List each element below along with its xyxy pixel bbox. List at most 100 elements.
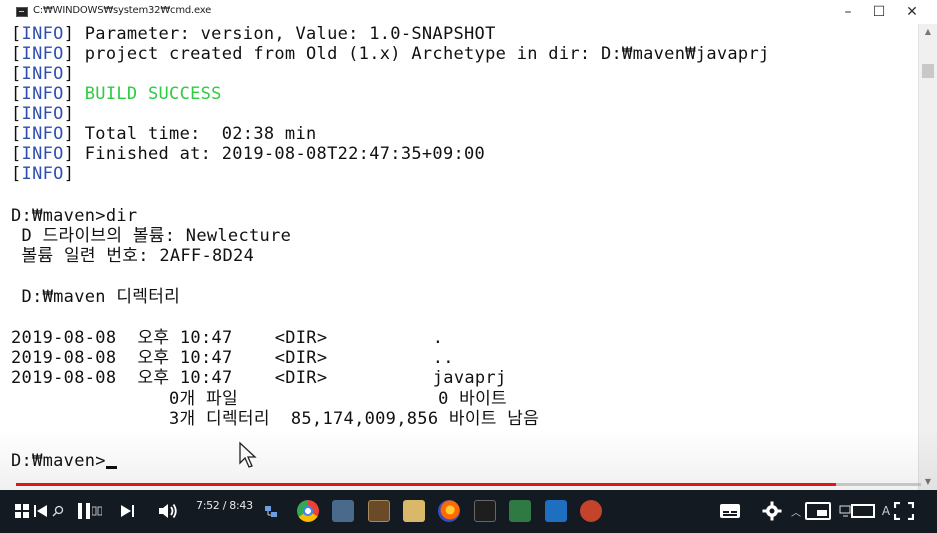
video-progress-fill xyxy=(16,483,836,486)
entry-ampm: 오후 xyxy=(137,348,170,368)
vscode-icon[interactable] xyxy=(545,500,567,522)
info-tag: INFO xyxy=(21,24,64,44)
remote-desktop-icon[interactable] xyxy=(332,500,354,522)
skip-previous-icon[interactable] xyxy=(31,498,51,524)
settings-app-icon[interactable] xyxy=(368,500,390,522)
bracket-close: ] xyxy=(63,84,75,104)
scroll-down-arrow-icon[interactable]: ▼ xyxy=(919,474,937,490)
info-tag: INFO xyxy=(21,124,64,144)
bracket-open: [ xyxy=(11,164,22,184)
bracket-open: [ xyxy=(11,144,22,164)
build-success-text: BUILD SUCCESS xyxy=(74,84,222,104)
bracket-open: [ xyxy=(11,84,22,104)
miniplayer-icon[interactable] xyxy=(803,498,833,524)
title-bar[interactable]: C:₩WINDOWS₩system32₩cmd.exe – ☐ ✕ xyxy=(0,0,937,25)
search-icon[interactable] xyxy=(51,498,65,524)
entry-name: javaprj xyxy=(432,368,507,388)
dir-entry-row: 2019-08-08 오후 10:47 <DIR> javaprj xyxy=(11,368,507,388)
cmd-app-icon xyxy=(16,7,28,17)
bracket-open: [ xyxy=(11,44,22,64)
entry-time: 10:47 xyxy=(179,368,233,388)
entry-ampm: 오후 xyxy=(137,368,170,388)
bracket-close: ] xyxy=(63,64,75,84)
console-line: [INFO] BUILD SUCCESS xyxy=(11,84,222,104)
line-text: project created from Old (1.x) Archetype… xyxy=(74,44,770,64)
console-line: [INFO] Finished at: 2019-08-08T22:47:35+… xyxy=(11,144,485,164)
mouse-pointer-icon xyxy=(239,441,257,468)
text-cursor xyxy=(105,466,117,469)
serial-line: 볼륨 일련 번호: 2AFF-8D24 xyxy=(11,246,255,266)
console-line: [INFO] project created from Old (1.x) Ar… xyxy=(11,44,770,64)
entry-ampm: 오후 xyxy=(137,328,170,348)
windows-start-icon[interactable] xyxy=(14,498,30,524)
skip-next-icon[interactable] xyxy=(116,498,138,524)
bracket-close: ] xyxy=(63,24,75,44)
minimize-button[interactable]: – xyxy=(831,0,865,24)
entry-type: <DIR> xyxy=(274,348,328,368)
video-progress-bar[interactable] xyxy=(16,483,921,486)
scroll-thumb[interactable] xyxy=(922,64,934,78)
cmd-taskbar-icon[interactable] xyxy=(474,500,496,522)
line-text: Total time: 02:38 min xyxy=(74,124,317,144)
directory-line: D:₩maven 디렉터리 xyxy=(11,287,181,307)
cmd-window: C:₩WINDOWS₩system32₩cmd.exe – ☐ ✕ [INFO]… xyxy=(0,0,937,490)
bracket-close: ] xyxy=(63,44,75,64)
bracket-open: [ xyxy=(11,64,22,84)
files-summary: 0개 파일 0 바이트 xyxy=(11,389,507,409)
pause-icon[interactable] xyxy=(74,498,94,524)
network-share-icon[interactable] xyxy=(262,498,280,524)
info-tag: INFO xyxy=(21,84,64,104)
video-time-display: 7:52 / 8:43 xyxy=(196,499,253,512)
dirs-summary: 3개 디렉터리 85,174,009,856 바이트 남음 xyxy=(11,409,540,429)
volume-icon[interactable] xyxy=(155,498,181,524)
console-line: [INFO] xyxy=(11,164,74,184)
presentation-app-icon[interactable] xyxy=(580,500,602,522)
entry-time: 10:47 xyxy=(179,328,233,348)
entry-type: <DIR> xyxy=(274,368,328,388)
fullscreen-icon[interactable] xyxy=(893,498,915,524)
firefox-icon[interactable] xyxy=(438,500,460,522)
scroll-up-arrow-icon[interactable]: ▲ xyxy=(919,24,937,40)
dir-command-line: D:₩maven>dir xyxy=(11,206,138,226)
sheets-icon[interactable] xyxy=(509,500,531,522)
line-text: Finished at: 2019-08-08T22:47:35+09:00 xyxy=(74,144,486,164)
bracket-close: ] xyxy=(63,104,75,124)
entry-date: 2019-08-08 xyxy=(11,348,117,368)
bracket-open: [ xyxy=(11,24,22,44)
console-line: [INFO] xyxy=(11,64,74,84)
task-view-icon[interactable] xyxy=(92,498,102,524)
entry-time: 10:47 xyxy=(179,348,233,368)
prompt-line[interactable]: D:₩maven> xyxy=(11,451,117,471)
bracket-open: [ xyxy=(11,124,22,144)
dir-entry-row: 2019-08-08 오후 10:47 <DIR> . xyxy=(11,328,443,348)
info-tag: INFO xyxy=(21,104,64,124)
info-tag: INFO xyxy=(21,64,64,84)
window-title: C:₩WINDOWS₩system32₩cmd.exe xyxy=(33,5,212,16)
bracket-close: ] xyxy=(63,164,75,184)
subtitles-icon[interactable] xyxy=(718,498,742,524)
console-output[interactable]: [INFO] Parameter: version, Value: 1.0-SN… xyxy=(0,24,918,490)
input-language-icon[interactable]: A xyxy=(879,498,893,524)
prompt-text: D:₩maven> xyxy=(11,451,106,471)
line-text: Parameter: version, Value: 1.0-SNAPSHOT xyxy=(74,24,496,44)
dir-entry-row: 2019-08-08 오후 10:47 <DIR> .. xyxy=(11,348,454,368)
entry-type: <DIR> xyxy=(274,328,328,348)
info-tag: INFO xyxy=(21,44,64,64)
chrome-icon[interactable] xyxy=(297,500,319,522)
theater-mode-icon[interactable] xyxy=(850,498,876,524)
bracket-close: ] xyxy=(63,124,75,144)
gear-icon[interactable] xyxy=(760,498,784,524)
console-line: [INFO] Parameter: version, Value: 1.0-SN… xyxy=(11,24,496,44)
info-tag: INFO xyxy=(21,164,64,184)
volume-line: D 드라이브의 볼륨: Newlecture xyxy=(11,226,292,246)
bracket-close: ] xyxy=(63,144,75,164)
entry-date: 2019-08-08 xyxy=(11,328,117,348)
entry-name: .. xyxy=(432,348,454,368)
entry-date: 2019-08-08 xyxy=(11,368,117,388)
close-button[interactable]: ✕ xyxy=(895,0,929,24)
chevron-up-icon[interactable]: ︿ xyxy=(789,498,803,524)
file-explorer-icon[interactable] xyxy=(403,500,425,522)
console-line: [INFO] xyxy=(11,104,74,124)
vertical-scrollbar[interactable]: ▲ ▼ xyxy=(918,24,937,490)
maximize-button[interactable]: ☐ xyxy=(862,0,896,24)
